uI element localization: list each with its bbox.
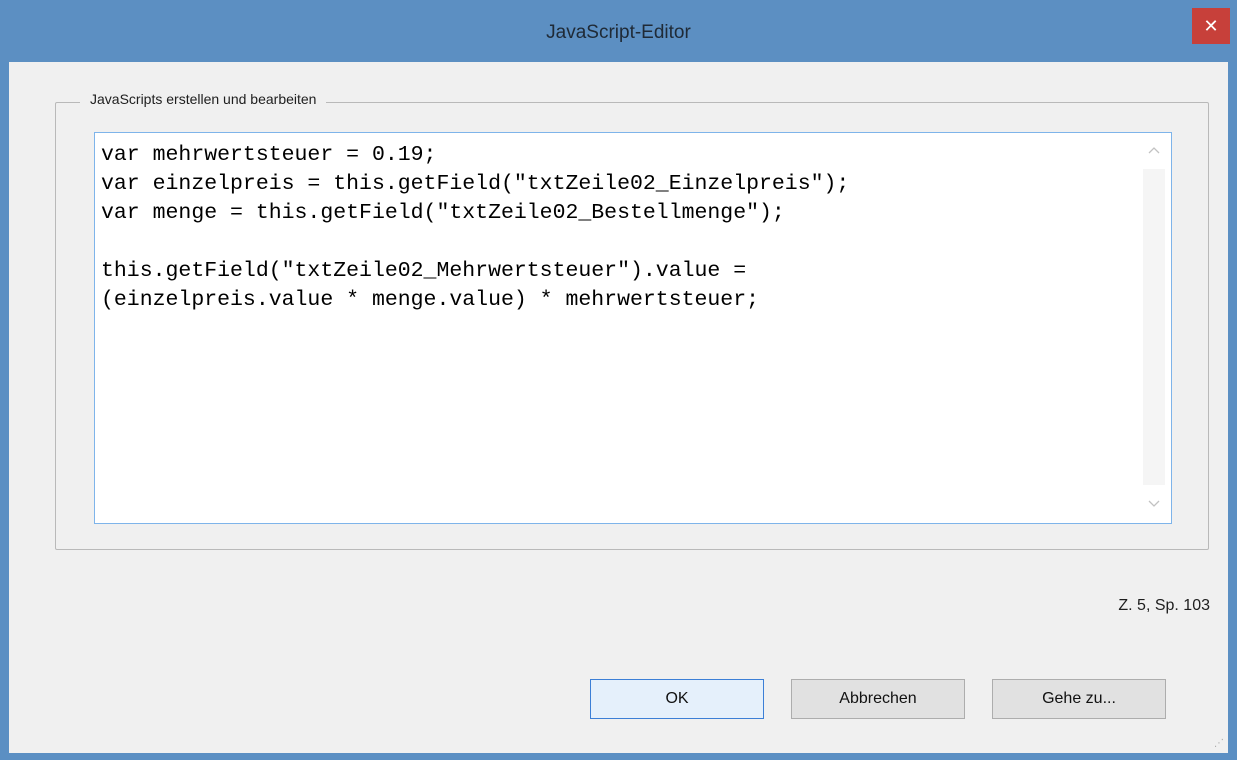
window-title: JavaScript-Editor [546,22,691,43]
groupbox-legend: JavaScripts erstellen und bearbeiten [80,91,327,107]
resize-grip-icon[interactable]: ⋰ [1214,739,1226,751]
ok-button[interactable]: OK [590,679,764,719]
cursor-position-status: Z. 5, Sp. 103 [1118,597,1210,614]
chevron-up-icon [1148,147,1160,154]
scroll-track[interactable] [1143,169,1165,485]
script-groupbox: JavaScripts erstellen und bearbeiten var… [55,91,1209,550]
close-icon: ✕ [1203,15,1219,37]
cancel-button[interactable]: Abbrechen [791,679,965,719]
javascript-editor-dialog: JavaScript-Editor ✕ JavaScripts erstelle… [0,0,1237,760]
scroll-up-button[interactable] [1137,135,1171,165]
close-button[interactable]: ✕ [1192,8,1230,44]
vertical-scrollbar[interactable] [1137,133,1171,521]
dialog-body: JavaScripts erstellen und bearbeiten var… [9,62,1228,753]
chevron-down-icon [1148,500,1160,507]
code-text[interactable]: var mehrwertsteuer = 0.19; var einzelpre… [101,141,1135,513]
scroll-down-button[interactable] [1137,489,1171,519]
code-editor[interactable]: var mehrwertsteuer = 0.19; var einzelpre… [94,132,1172,524]
title-bar[interactable]: JavaScript-Editor ✕ [0,0,1237,62]
goto-button[interactable]: Gehe zu... [992,679,1166,719]
